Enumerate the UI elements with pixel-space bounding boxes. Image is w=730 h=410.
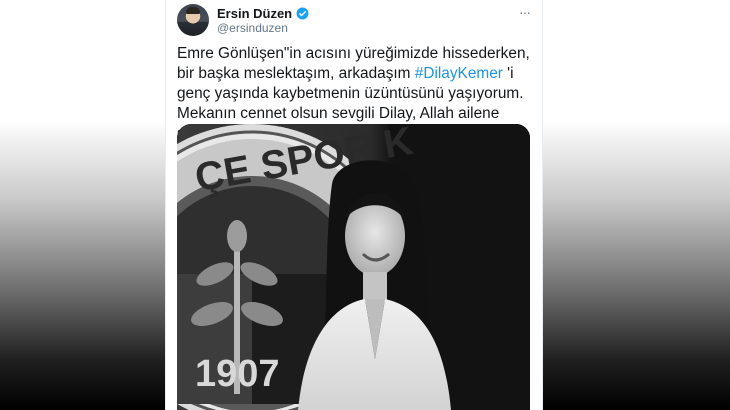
author-handle[interactable]: @ersinduzen — [217, 21, 288, 35]
more-options-icon[interactable]: ··· — [519, 4, 531, 20]
author-name-row: Ersin Düzen — [217, 6, 309, 21]
tweet-photo[interactable]: ÇE SPOR K 1907 — [177, 124, 530, 410]
verified-badge-icon — [296, 7, 309, 20]
tweet-card: Ersin Düzen @ersinduzen ··· Emre Gönlüşe… — [165, 0, 543, 410]
author-avatar[interactable] — [177, 4, 209, 36]
photo-scene: ÇE SPOR K 1907 — [177, 124, 530, 410]
badge-year: 1907 — [195, 353, 280, 395]
hashtag-link[interactable]: #DilayKemer — [415, 65, 503, 82]
author-name[interactable]: Ersin Düzen — [217, 6, 292, 21]
